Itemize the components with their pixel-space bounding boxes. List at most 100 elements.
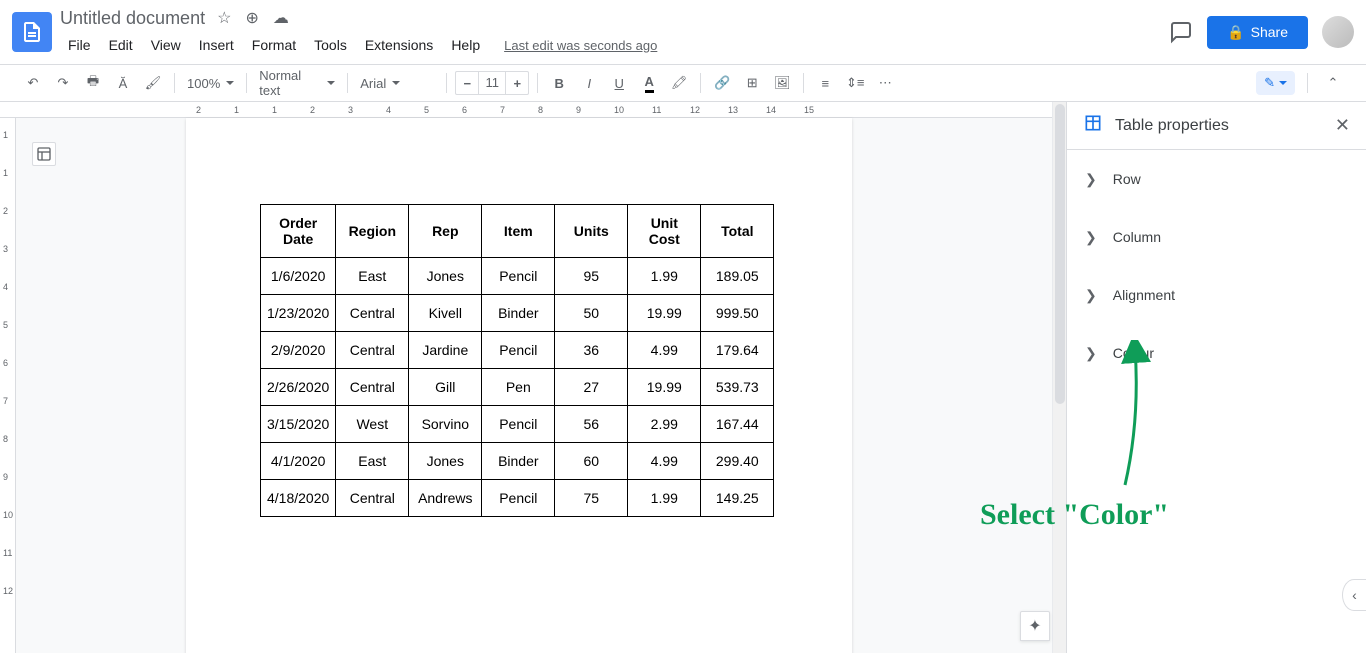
table-cell[interactable]: Pencil bbox=[482, 480, 555, 517]
table-cell[interactable]: 179.64 bbox=[701, 332, 774, 369]
menu-file[interactable]: File bbox=[60, 33, 99, 57]
table-cell[interactable]: 19.99 bbox=[628, 295, 701, 332]
outline-button[interactable] bbox=[32, 142, 56, 166]
table-header[interactable]: Total bbox=[701, 205, 774, 258]
underline-button[interactable]: U bbox=[606, 70, 632, 96]
table-header[interactable]: Unit Cost bbox=[628, 205, 701, 258]
table-cell[interactable]: 539.73 bbox=[701, 369, 774, 406]
sidebar-section-alignment[interactable]: ❯ Alignment bbox=[1067, 266, 1366, 324]
comment-button[interactable]: ⊞ bbox=[739, 70, 765, 96]
table-cell[interactable]: Binder bbox=[482, 443, 555, 480]
link-button[interactable]: 🔗 bbox=[709, 70, 735, 96]
menu-view[interactable]: View bbox=[143, 33, 189, 57]
side-panel-toggle[interactable]: ‹ bbox=[1342, 579, 1366, 611]
collapse-button[interactable]: ⌃ bbox=[1320, 70, 1346, 96]
table-cell[interactable]: Central bbox=[336, 332, 409, 369]
table-row[interactable]: 1/6/2020EastJonesPencil951.99189.05 bbox=[261, 258, 774, 295]
font-size-plus[interactable]: + bbox=[506, 72, 528, 94]
star-icon[interactable]: ☆ bbox=[217, 8, 231, 28]
table-cell[interactable]: 167.44 bbox=[701, 406, 774, 443]
table-cell[interactable]: 999.50 bbox=[701, 295, 774, 332]
table-cell[interactable]: 1.99 bbox=[628, 480, 701, 517]
table-cell[interactable]: 1.99 bbox=[628, 258, 701, 295]
table-cell[interactable]: Central bbox=[336, 480, 409, 517]
menu-extensions[interactable]: Extensions bbox=[357, 33, 441, 57]
table-row[interactable]: 2/26/2020CentralGillPen2719.99539.73 bbox=[261, 369, 774, 406]
table-cell[interactable]: 60 bbox=[555, 443, 628, 480]
highlight-button[interactable]: 🖍 bbox=[666, 70, 692, 96]
table-cell[interactable]: 2/9/2020 bbox=[261, 332, 336, 369]
more-button[interactable]: ⋯ bbox=[872, 70, 898, 96]
table-cell[interactable]: 56 bbox=[555, 406, 628, 443]
table-cell[interactable]: 189.05 bbox=[701, 258, 774, 295]
table-cell[interactable]: 149.25 bbox=[701, 480, 774, 517]
redo-button[interactable]: ↷ bbox=[50, 70, 76, 96]
table-cell[interactable]: Andrews bbox=[409, 480, 482, 517]
table-cell[interactable]: Central bbox=[336, 369, 409, 406]
font-size-minus[interactable]: − bbox=[456, 72, 478, 94]
font-select[interactable]: Arial bbox=[356, 76, 438, 91]
vertical-ruler[interactable]: 1123456789101112 bbox=[0, 118, 16, 653]
table-cell[interactable]: Pencil bbox=[482, 332, 555, 369]
menu-edit[interactable]: Edit bbox=[101, 33, 141, 57]
move-icon[interactable]: ⊕ bbox=[245, 8, 258, 28]
table-cell[interactable]: Jardine bbox=[409, 332, 482, 369]
vertical-scrollbar[interactable] bbox=[1052, 102, 1066, 653]
page[interactable]: Order DateRegionRepItemUnitsUnit CostTot… bbox=[186, 118, 852, 653]
sidebar-section-row[interactable]: ❯ Row bbox=[1067, 150, 1366, 208]
document-title[interactable]: Untitled document bbox=[60, 8, 205, 29]
table-header[interactable]: Order Date bbox=[261, 205, 336, 258]
table-cell[interactable]: 50 bbox=[555, 295, 628, 332]
horizontal-ruler[interactable]: 21123456789101112131415 bbox=[0, 102, 1052, 118]
table-cell[interactable]: 19.99 bbox=[628, 369, 701, 406]
last-edit-link[interactable]: Last edit was seconds ago bbox=[496, 34, 665, 57]
table-row[interactable]: 2/9/2020CentralJardinePencil364.99179.64 bbox=[261, 332, 774, 369]
close-icon[interactable]: ✕ bbox=[1335, 115, 1350, 136]
image-button[interactable]: 🖼 bbox=[769, 70, 795, 96]
table-cell[interactable]: 4/18/2020 bbox=[261, 480, 336, 517]
table-cell[interactable]: East bbox=[336, 258, 409, 295]
table-cell[interactable]: 4.99 bbox=[628, 443, 701, 480]
table-row[interactable]: 1/23/2020CentralKivellBinder5019.99999.5… bbox=[261, 295, 774, 332]
cloud-icon[interactable]: ☁ bbox=[273, 8, 289, 28]
table-cell[interactable]: 4.99 bbox=[628, 332, 701, 369]
print-button[interactable]: 🖶 bbox=[80, 70, 106, 96]
scrollbar-thumb[interactable] bbox=[1055, 104, 1065, 404]
font-size-stepper[interactable]: − 11 + bbox=[455, 71, 529, 95]
table-cell[interactable]: 95 bbox=[555, 258, 628, 295]
share-button[interactable]: 🔒 Share bbox=[1207, 16, 1308, 49]
table-cell[interactable]: 75 bbox=[555, 480, 628, 517]
table-cell[interactable]: Gill bbox=[409, 369, 482, 406]
table-cell[interactable]: Pencil bbox=[482, 406, 555, 443]
table-cell[interactable]: East bbox=[336, 443, 409, 480]
docs-logo-icon[interactable] bbox=[12, 12, 52, 52]
editing-mode-button[interactable]: ✎ bbox=[1256, 71, 1295, 95]
user-avatar[interactable] bbox=[1322, 16, 1354, 48]
table-cell[interactable]: Pen bbox=[482, 369, 555, 406]
align-button[interactable]: ≡ bbox=[812, 70, 838, 96]
table-cell[interactable]: Jones bbox=[409, 443, 482, 480]
table-cell[interactable]: 2.99 bbox=[628, 406, 701, 443]
font-size-value[interactable]: 11 bbox=[478, 72, 506, 94]
table-cell[interactable]: 1/6/2020 bbox=[261, 258, 336, 295]
table-cell[interactable]: Central bbox=[336, 295, 409, 332]
table-cell[interactable]: 36 bbox=[555, 332, 628, 369]
table-cell[interactable]: Pencil bbox=[482, 258, 555, 295]
sidebar-section-colour[interactable]: ❯ Colour bbox=[1067, 324, 1366, 382]
text-color-button[interactable]: A bbox=[636, 70, 662, 96]
table-header[interactable]: Units bbox=[555, 205, 628, 258]
table-cell[interactable]: 1/23/2020 bbox=[261, 295, 336, 332]
spellcheck-button[interactable]: Ă bbox=[110, 70, 136, 96]
menu-tools[interactable]: Tools bbox=[306, 33, 355, 57]
menu-format[interactable]: Format bbox=[244, 33, 304, 57]
table-cell[interactable]: West bbox=[336, 406, 409, 443]
table-header[interactable]: Rep bbox=[409, 205, 482, 258]
paint-format-button[interactable]: 🖌 bbox=[140, 70, 166, 96]
table-cell[interactable]: 27 bbox=[555, 369, 628, 406]
table-cell[interactable]: 299.40 bbox=[701, 443, 774, 480]
table-row[interactable]: 4/18/2020CentralAndrewsPencil751.99149.2… bbox=[261, 480, 774, 517]
undo-button[interactable]: ↶ bbox=[20, 70, 46, 96]
explore-button[interactable]: ✦ bbox=[1020, 611, 1050, 641]
comments-icon[interactable] bbox=[1169, 20, 1193, 44]
menu-help[interactable]: Help bbox=[443, 33, 488, 57]
